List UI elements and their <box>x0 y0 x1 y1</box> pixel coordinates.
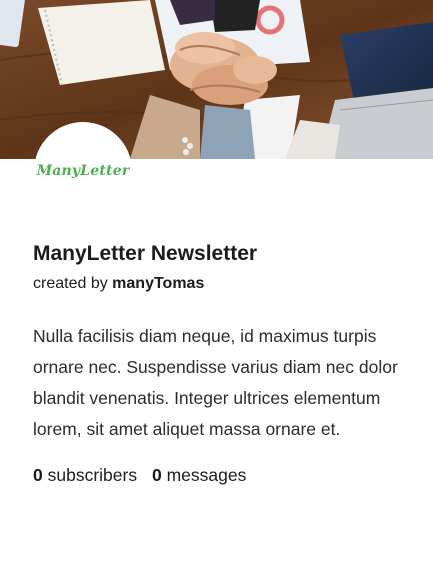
newsletter-logo-badge: ManyLetter <box>34 122 132 220</box>
messages-stat: 0 messages <box>152 465 246 485</box>
newsletter-card[interactable]: ManyLetter ManyLetter Newsletter created… <box>0 0 433 565</box>
newsletter-logo: ManyLetter <box>36 163 130 179</box>
messages-label: messages <box>166 465 247 485</box>
subscribers-stat: 0 subscribers <box>33 465 137 485</box>
author-name[interactable]: manyTomas <box>112 275 204 292</box>
byline-prefix: created by <box>33 275 108 292</box>
newsletter-title[interactable]: ManyLetter Newsletter <box>33 240 403 268</box>
subscribers-count: 0 <box>33 465 43 485</box>
subscribers-label: subscribers <box>47 465 138 485</box>
byline: created by manyTomas <box>33 273 403 295</box>
newsletter-details: ManyLetter Newsletter created by manyTom… <box>33 240 403 488</box>
newsletter-description: Nulla facilisis diam neque, id maximus t… <box>33 326 398 439</box>
newsletter-stats: 0 subscribers 0 messages <box>33 462 403 488</box>
messages-count: 0 <box>151 465 162 485</box>
